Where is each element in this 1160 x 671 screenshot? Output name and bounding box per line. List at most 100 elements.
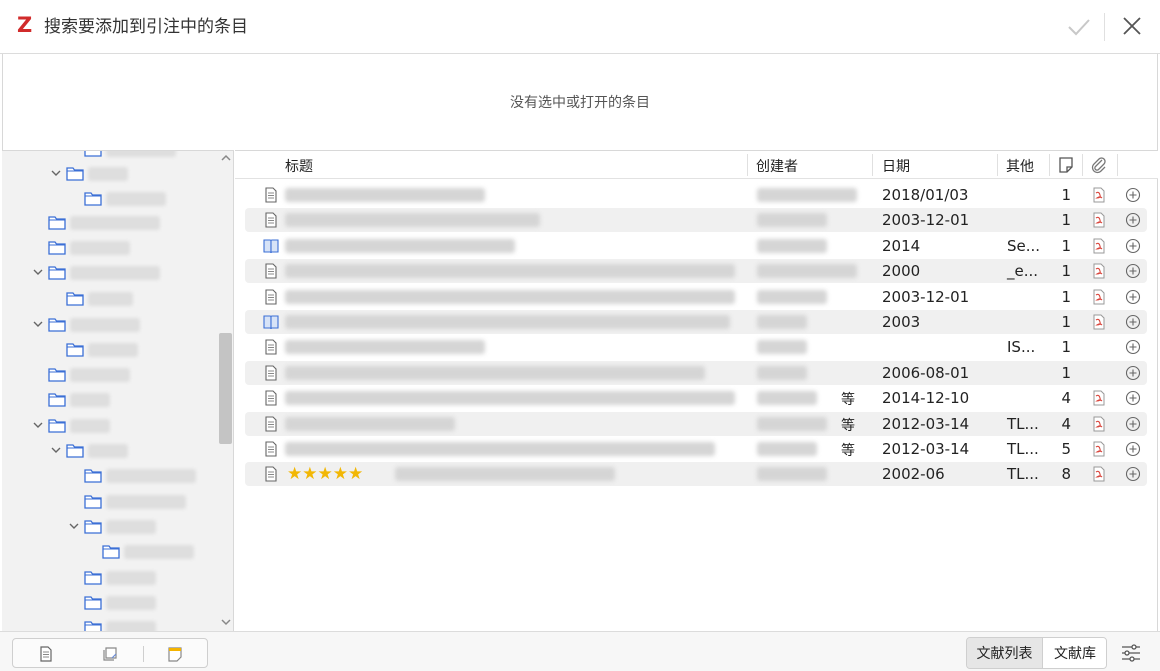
collection-tree-row[interactable]	[2, 440, 216, 462]
tree-scrollbar-thumb[interactable]	[219, 333, 232, 444]
add-citation-icon[interactable]	[1125, 416, 1141, 432]
item-row[interactable]: 2003 1	[245, 310, 1147, 334]
collection-tree-row[interactable]	[2, 288, 216, 310]
add-citation-icon[interactable]	[1125, 314, 1141, 330]
zotero-logo: Z	[17, 13, 33, 37]
chevron-down-icon[interactable]	[50, 167, 62, 179]
scroll-down-arrow-icon[interactable]	[220, 617, 232, 627]
items-list[interactable]: 标题 创建者 日期 其他 2018/01/03 1 2003-12-01 1 2014 S…	[235, 150, 1158, 631]
pdf-icon[interactable]	[1092, 416, 1106, 432]
collection-tree-row[interactable]	[2, 188, 216, 210]
document-icon	[265, 416, 277, 432]
item-row[interactable]: 2018/01/03 1	[245, 183, 1147, 207]
item-notes-count: 4	[1061, 414, 1071, 433]
item-row[interactable]: 2003-12-01 1	[245, 285, 1147, 309]
collection-tree[interactable]	[2, 150, 234, 631]
pdf-icon[interactable]	[1092, 390, 1106, 406]
attachment-column-icon[interactable]	[1090, 156, 1108, 174]
item-date: 2003	[882, 313, 921, 331]
pdf-icon[interactable]	[1092, 289, 1106, 305]
chevron-down-icon[interactable]	[32, 419, 44, 431]
add-citation-icon[interactable]	[1125, 365, 1141, 381]
collection-tree-row[interactable]	[2, 465, 216, 487]
check-icon[interactable]	[1066, 14, 1092, 40]
item-title-redacted	[285, 264, 735, 279]
add-citation-icon[interactable]	[1125, 238, 1141, 254]
item-title-redacted	[285, 315, 730, 329]
add-citation-icon[interactable]	[1125, 466, 1141, 482]
add-citation-icon[interactable]	[1125, 441, 1141, 457]
add-citation-icon[interactable]	[1125, 289, 1141, 305]
folder-icon	[66, 343, 84, 357]
collection-tree-row[interactable]	[2, 389, 216, 411]
collection-tree-row[interactable]	[2, 314, 216, 336]
notes-column-icon[interactable]	[1057, 156, 1075, 174]
item-row[interactable]: 2003-12-01 1	[245, 208, 1147, 233]
collection-tree-row[interactable]	[2, 541, 216, 563]
column-date[interactable]: 日期	[882, 156, 910, 176]
item-row[interactable]: 等 2012-03-14 TL... 4	[245, 411, 1147, 436]
collection-tree-row[interactable]	[2, 262, 216, 284]
collection-tree-row[interactable]	[2, 491, 216, 513]
item-row[interactable]: 2006-08-01 1	[245, 360, 1147, 385]
item-row[interactable]: 2014 Se... 1	[245, 234, 1147, 258]
pdf-icon[interactable]	[1092, 212, 1106, 228]
collection-tree-row[interactable]	[2, 151, 216, 161]
collection-tree-row[interactable]	[2, 212, 216, 234]
chevron-down-icon[interactable]	[68, 520, 80, 532]
add-citation-icon[interactable]	[1125, 390, 1141, 406]
item-creator-redacted	[757, 188, 857, 202]
pdf-icon[interactable]	[1092, 314, 1106, 330]
collection-tree-row[interactable]	[2, 163, 216, 185]
collection-tree-row[interactable]	[2, 617, 216, 631]
chevron-down-icon[interactable]	[50, 444, 62, 456]
folder-icon	[66, 444, 84, 458]
item-creator-redacted	[757, 391, 817, 406]
scroll-up-arrow-icon[interactable]	[220, 153, 232, 163]
pdf-icon[interactable]	[1092, 238, 1106, 254]
collection-tree-row[interactable]	[2, 339, 216, 361]
mode-item-list-button[interactable]: 文献列表	[967, 638, 1042, 668]
item-row[interactable]: ★★★★★ 2002-06 TL... 8	[245, 462, 1147, 487]
collection-tree-row[interactable]	[2, 516, 216, 538]
collection-tree-row[interactable]	[2, 592, 216, 614]
collection-name-redacted	[88, 343, 138, 357]
collection-tree-row[interactable]	[2, 237, 216, 259]
column-creator[interactable]: 创建者	[756, 156, 798, 176]
add-citation-icon[interactable]	[1125, 339, 1141, 355]
column-title[interactable]: 标题	[285, 156, 313, 176]
item-extra: IS...	[1007, 338, 1036, 357]
item-row[interactable]: 等 2014-12-10 4	[245, 386, 1147, 410]
item-date: 2012-03-14	[882, 440, 970, 458]
item-row[interactable]: 等 2012-03-14 TL... 5	[245, 437, 1147, 461]
settings-sliders-icon[interactable]	[1120, 642, 1142, 664]
folder-icon	[48, 216, 66, 230]
column-divider	[872, 154, 873, 176]
add-citation-icon[interactable]	[1125, 187, 1141, 203]
document-icon[interactable]	[37, 645, 55, 663]
add-citation-icon[interactable]	[1125, 263, 1141, 279]
sticky-note-icon[interactable]	[166, 645, 184, 663]
pdf-icon[interactable]	[1092, 466, 1106, 482]
collection-tree-row[interactable]	[2, 364, 216, 386]
item-notes-count: 1	[1061, 262, 1071, 281]
pdf-icon[interactable]	[1092, 263, 1106, 279]
collection-name-redacted	[70, 241, 130, 255]
title-separator	[1104, 13, 1105, 41]
collection-tree-row[interactable]	[2, 567, 216, 589]
item-row[interactable]: 2000 _e... 1	[245, 259, 1147, 284]
add-citation-icon[interactable]	[1125, 212, 1141, 228]
collection-tree-row[interactable]	[2, 415, 216, 437]
pdf-icon[interactable]	[1092, 441, 1106, 457]
chevron-down-icon[interactable]	[32, 266, 44, 278]
item-notes-count: 1	[1061, 211, 1071, 230]
close-icon[interactable]	[1120, 14, 1144, 38]
mode-library-button[interactable]: 文献库	[1042, 638, 1106, 668]
document-icon	[265, 466, 277, 482]
folder-icon	[84, 495, 102, 509]
notes-icon[interactable]	[101, 645, 119, 663]
chevron-down-icon[interactable]	[32, 318, 44, 330]
column-extra[interactable]: 其他	[1006, 156, 1034, 176]
item-row[interactable]: IS... 1	[245, 335, 1147, 359]
pdf-icon[interactable]	[1092, 187, 1106, 203]
